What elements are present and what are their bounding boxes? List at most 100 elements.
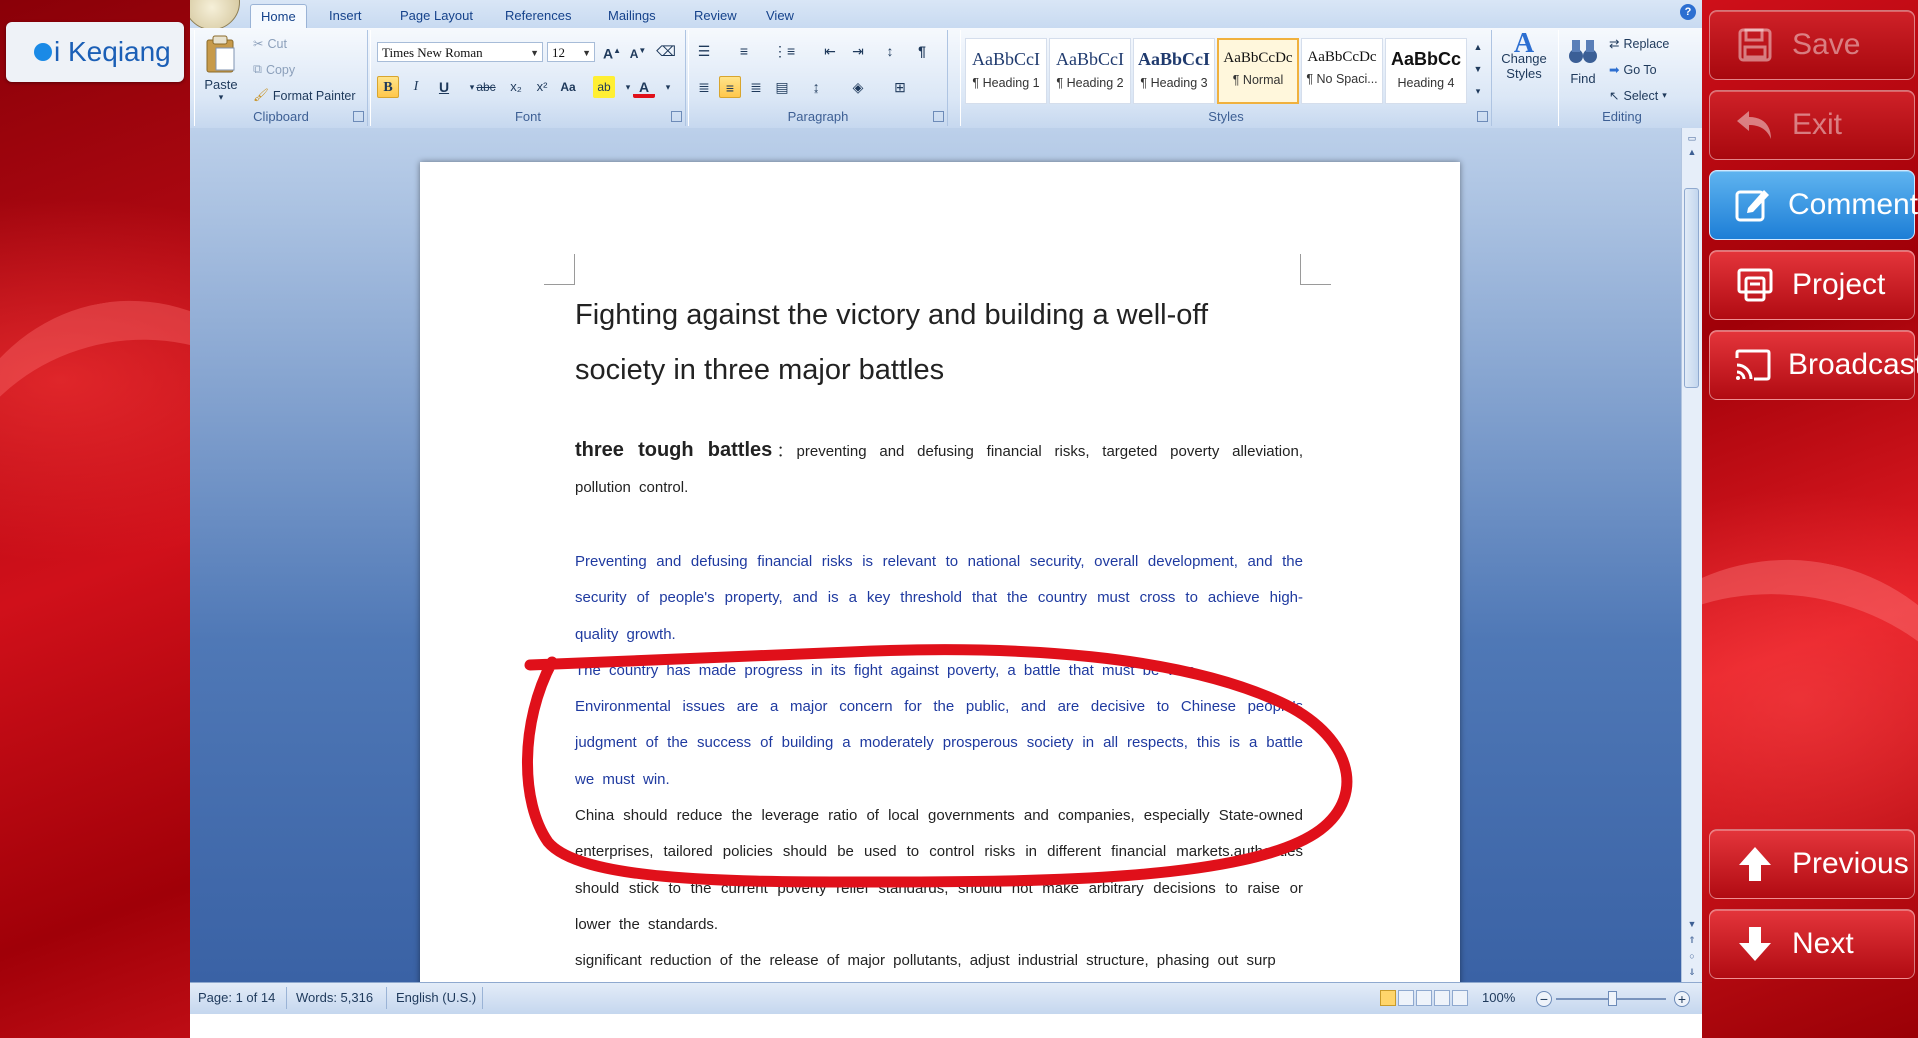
paragraph-launcher-icon[interactable]: [933, 111, 944, 122]
show-formatting-marks-icon[interactable]: ¶: [911, 40, 933, 62]
font-launcher-icon[interactable]: [671, 111, 682, 122]
zoom-level[interactable]: 100%: [1482, 990, 1515, 1005]
previous-button[interactable]: Previous: [1709, 829, 1915, 899]
paragraph-leverage[interactable]: China should reduce the leverage ratio o…: [575, 798, 1303, 943]
outline-view-icon[interactable]: [1434, 990, 1450, 1006]
tab-home[interactable]: Home: [250, 4, 307, 29]
broadcast-button[interactable]: Broadcast: [1709, 330, 1918, 400]
clipboard-launcher-icon[interactable]: [353, 111, 364, 122]
select-browse-object-icon[interactable]: ○: [1685, 950, 1699, 962]
zoom-slider-thumb[interactable]: [1608, 991, 1617, 1006]
paragraph-environment[interactable]: Environmental issues are a major concern…: [575, 689, 1303, 798]
next-page-icon[interactable]: ⇓: [1685, 966, 1699, 978]
print-layout-view-icon[interactable]: [1380, 990, 1396, 1006]
align-center-icon[interactable]: ≡: [719, 76, 741, 98]
tab-references[interactable]: References: [495, 4, 581, 28]
underline-button[interactable]: U: [433, 76, 455, 98]
font-color-dropdown-icon[interactable]: ▾: [657, 76, 679, 98]
change-styles-button[interactable]: A Change Styles: [1494, 30, 1554, 82]
italic-button[interactable]: I: [405, 76, 427, 98]
comment-button[interactable]: Comment: [1709, 170, 1918, 240]
zoom-out-icon[interactable]: −: [1536, 991, 1552, 1007]
justify-icon[interactable]: ▤: [771, 76, 793, 98]
grow-font-button[interactable]: A▲: [601, 40, 623, 62]
paragraph-pollutants[interactable]: significant reduction of the release of …: [575, 943, 1303, 979]
word-count[interactable]: Words: 5,316: [296, 990, 373, 1005]
align-left-icon[interactable]: ≣: [693, 76, 715, 98]
borders-icon[interactable]: ⊞: [889, 76, 911, 98]
tab-view[interactable]: View: [756, 4, 804, 28]
numbering-icon[interactable]: ≡: [733, 40, 755, 62]
strikethrough-button[interactable]: abc: [475, 76, 497, 98]
bold-button[interactable]: B: [377, 76, 399, 98]
select-button[interactable]: ↖ Select ▾: [1609, 88, 1667, 104]
multilevel-list-icon[interactable]: ⋮≡: [773, 40, 795, 62]
decrease-indent-icon[interactable]: ⇤: [819, 40, 841, 62]
copy-button[interactable]: ⧉ Copy: [253, 62, 295, 77]
style-heading-4[interactable]: AaBbCc Heading 4: [1385, 38, 1467, 104]
font-color-icon[interactable]: A: [633, 76, 655, 98]
change-case-button[interactable]: Aa: [557, 76, 579, 98]
project-button[interactable]: Project: [1709, 250, 1915, 320]
sort-icon[interactable]: ↕: [879, 40, 901, 62]
font-size-select[interactable]: 12 ▼: [547, 42, 595, 62]
status-divider: [482, 987, 483, 1009]
style-heading-1[interactable]: AaBbCcI ¶ Heading 1: [965, 38, 1047, 104]
scroll-thumb[interactable]: [1684, 188, 1699, 388]
replace-button[interactable]: ⇄ Replace: [1609, 36, 1669, 52]
increase-indent-icon[interactable]: ⇥: [847, 40, 869, 62]
tab-page-layout[interactable]: Page Layout: [390, 4, 483, 28]
styles-scroll-up-icon[interactable]: ▲: [1471, 36, 1485, 58]
broadcast-label: Broadcast: [1788, 348, 1918, 381]
style-heading-2[interactable]: AaBbCcI ¶ Heading 2: [1049, 38, 1131, 104]
save-button[interactable]: Save: [1709, 10, 1915, 80]
scroll-up-icon[interactable]: ▲: [1685, 146, 1699, 158]
style-normal[interactable]: AaBbCcDc ¶ Normal: [1217, 38, 1299, 104]
office-button[interactable]: [190, 0, 240, 30]
styles-more-icon[interactable]: ▾: [1471, 80, 1485, 102]
paragraph-poverty[interactable]: The country has made progress in its fig…: [575, 653, 1303, 689]
exit-button[interactable]: Exit: [1709, 90, 1915, 160]
clear-formatting-icon[interactable]: ⌫: [655, 40, 677, 62]
document-title[interactable]: Fighting against the victory and buildin…: [575, 288, 1295, 398]
web-layout-view-icon[interactable]: [1416, 990, 1432, 1006]
full-screen-reading-view-icon[interactable]: [1398, 990, 1414, 1006]
zoom-in-icon[interactable]: +: [1674, 991, 1690, 1007]
tab-review[interactable]: Review: [684, 4, 747, 28]
ruler-toggle-icon[interactable]: ▭: [1685, 132, 1699, 144]
undo-arrow-icon: [1734, 104, 1776, 146]
highlight-icon[interactable]: ab: [593, 76, 615, 98]
language[interactable]: English (U.S.): [396, 990, 476, 1005]
styles-launcher-icon[interactable]: [1477, 111, 1488, 122]
tab-insert[interactable]: Insert: [319, 4, 372, 28]
align-right-icon[interactable]: ≣: [745, 76, 767, 98]
cut-button[interactable]: ✂ Cut: [253, 36, 287, 52]
paste-dropdown-icon[interactable]: ▾: [201, 92, 241, 103]
shading-icon[interactable]: ◈: [847, 76, 869, 98]
style-heading-3[interactable]: AaBbCcI ¶ Heading 3: [1133, 38, 1215, 104]
previous-page-icon[interactable]: ⇑: [1685, 934, 1699, 946]
subscript-button[interactable]: x₂: [505, 76, 527, 98]
line-spacing-icon[interactable]: ↨: [805, 76, 827, 98]
format-painter-button[interactable]: 🖌 Format Painter: [253, 88, 356, 103]
next-button[interactable]: Next: [1709, 909, 1915, 979]
paste-button[interactable]: Paste ▾: [201, 34, 241, 103]
vertical-scrollbar[interactable]: ▭ ▲ ▼ ⇑ ○ ⇓: [1681, 128, 1702, 982]
find-button[interactable]: Find: [1563, 36, 1603, 86]
bullets-icon[interactable]: ☰: [693, 40, 715, 62]
document-page[interactable]: Fighting against the victory and buildin…: [420, 162, 1460, 1022]
styles-scroll-down-icon[interactable]: ▼: [1471, 58, 1485, 80]
superscript-button[interactable]: x²: [531, 76, 553, 98]
page-count[interactable]: Page: 1 of 14: [198, 990, 275, 1005]
help-icon[interactable]: ?: [1680, 4, 1696, 20]
draft-view-icon[interactable]: [1452, 990, 1468, 1006]
tab-mailings[interactable]: Mailings: [598, 4, 666, 28]
paragraph-financial-risks[interactable]: Preventing and defusing financial risks …: [575, 544, 1303, 653]
scroll-down-icon[interactable]: ▼: [1685, 918, 1699, 930]
shrink-font-button[interactable]: A▼: [627, 40, 649, 62]
goto-button[interactable]: ➡ Go To: [1609, 62, 1657, 78]
font-family-select[interactable]: Times New Roman ▼: [377, 42, 543, 62]
paragraph-group: ☰ ≡ ⋮≡ ⇤ ⇥ ↕ ¶ ≣ ≡ ≣ ▤ ↨ ◈ ⊞ Paragraph: [688, 30, 948, 126]
style-no-spacing[interactable]: AaBbCcDc ¶ No Spaci...: [1301, 38, 1383, 104]
lead-paragraph[interactable]: three tough battles：preventing and defus…: [575, 432, 1303, 507]
